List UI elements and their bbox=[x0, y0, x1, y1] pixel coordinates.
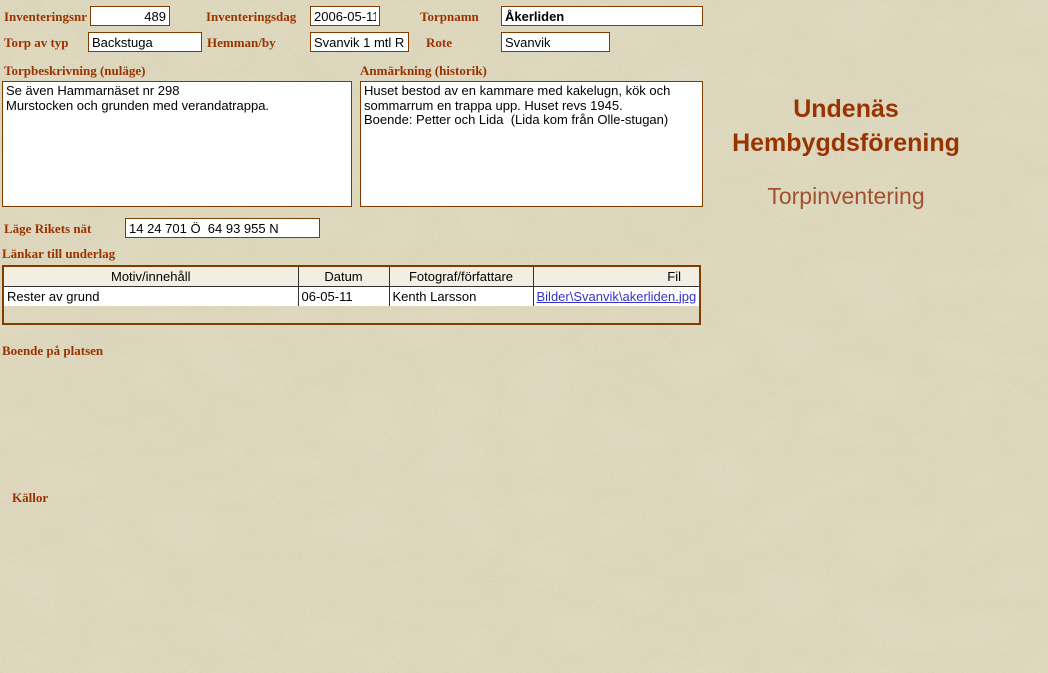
anmarkning-textarea[interactable]: Huset bestod av en kammare med kakelugn,… bbox=[360, 81, 703, 207]
anmarkning-label: Anmärkning (historik) bbox=[360, 63, 487, 79]
cell-datum: 06-05-11 bbox=[298, 286, 389, 306]
torpinventering-form-page: Inventeringsnr Inventeringsdag Torpnamn … bbox=[0, 0, 1048, 673]
association-title-line2: Hembygdsförening bbox=[700, 126, 992, 160]
kallor-label: Källor bbox=[12, 490, 48, 506]
rote-label: Rote bbox=[426, 35, 452, 51]
association-title: Undenäs Hembygdsförening bbox=[700, 92, 992, 160]
torpnamn-label: Torpnamn bbox=[420, 9, 479, 25]
table-header-row: Motiv/innehåll Datum Fotograf/författare… bbox=[4, 267, 699, 286]
column-header-fil: Fil bbox=[533, 267, 699, 286]
column-header-motiv: Motiv/innehåll bbox=[4, 267, 298, 286]
table-empty-row bbox=[4, 306, 699, 321]
inventeringsnr-label: Inventeringsnr bbox=[4, 9, 87, 25]
column-header-fotograf: Fotograf/författare bbox=[389, 267, 533, 286]
cell-fotograf: Kenth Larsson bbox=[389, 286, 533, 306]
hemman-by-label: Hemman/by bbox=[207, 35, 276, 51]
table-row: Rester av grund 06-05-11 Kenth Larsson B… bbox=[4, 286, 699, 306]
underlag-table: Motiv/innehåll Datum Fotograf/författare… bbox=[2, 265, 701, 325]
torp-av-typ-input[interactable] bbox=[88, 32, 202, 52]
torp-av-typ-label: Torp av typ bbox=[4, 35, 69, 51]
file-link[interactable]: Bilder\Svanvik\akerliden.jpg bbox=[537, 289, 697, 304]
hemman-by-input[interactable] bbox=[310, 32, 409, 52]
cell-motiv: Rester av grund bbox=[4, 286, 298, 306]
cell-fil: Bilder\Svanvik\akerliden.jpg bbox=[533, 286, 699, 306]
association-title-line1: Undenäs bbox=[700, 92, 992, 126]
page-title: Torpinventering bbox=[700, 183, 992, 210]
column-header-datum: Datum bbox=[298, 267, 389, 286]
torpbeskrivning-label: Torpbeskrivning (nuläge) bbox=[4, 63, 145, 79]
boende-pa-platsen-label: Boende på platsen bbox=[2, 343, 103, 359]
torpbeskrivning-textarea[interactable]: Se även Hammarnäset nr 298 Murstocken oc… bbox=[2, 81, 352, 207]
rote-input[interactable] bbox=[501, 32, 610, 52]
lage-rikets-nat-input[interactable] bbox=[125, 218, 320, 238]
inventeringsdag-label: Inventeringsdag bbox=[206, 9, 296, 25]
lankar-till-underlag-label: Länkar till underlag bbox=[2, 246, 115, 262]
lage-rikets-nat-label: Läge Rikets nät bbox=[4, 221, 91, 237]
torpnamn-input[interactable] bbox=[501, 6, 703, 26]
inventeringsnr-input[interactable] bbox=[90, 6, 170, 26]
inventeringsdag-input[interactable] bbox=[310, 6, 380, 26]
